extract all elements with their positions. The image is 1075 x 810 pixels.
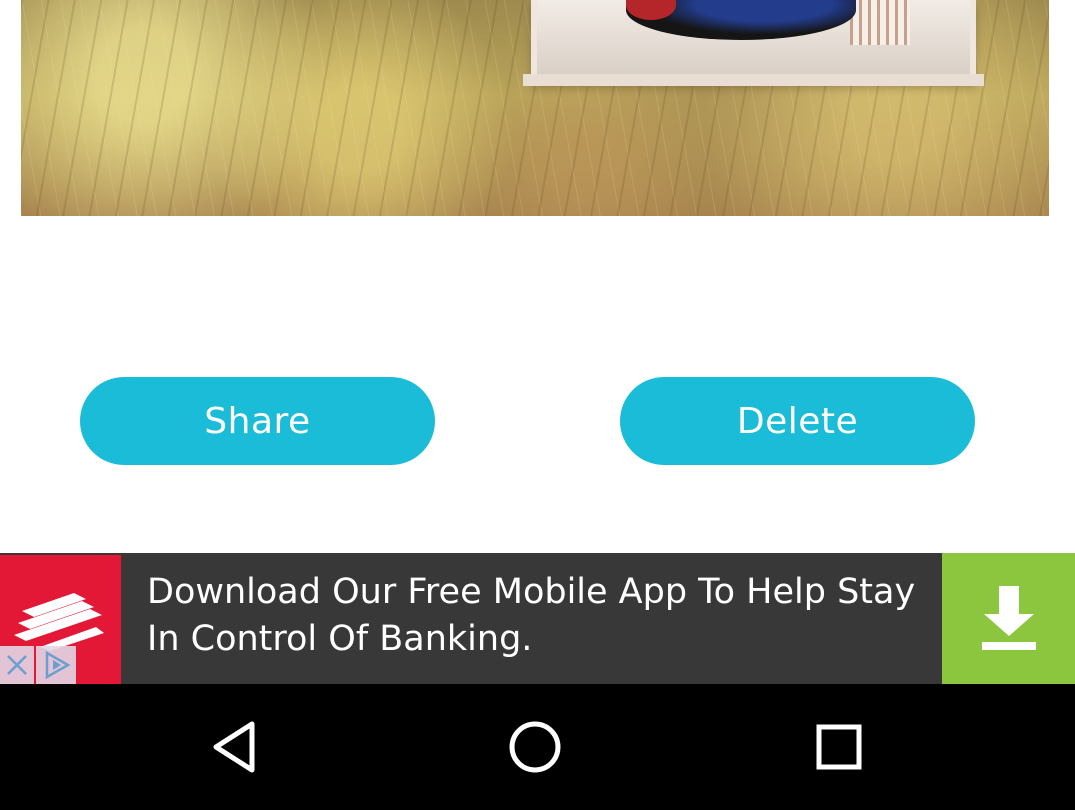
delete-button[interactable]: Delete	[620, 377, 975, 465]
window-blinds	[850, 0, 910, 45]
download-arrow-icon[interactable]	[942, 553, 1075, 684]
back-triangle-icon[interactable]	[190, 712, 280, 782]
system-nav-bar	[0, 684, 1075, 810]
ad-text[interactable]: Download Our Free Mobile App To Help Sta…	[147, 569, 927, 663]
adchoices-icon[interactable]	[36, 646, 76, 684]
home-circle-icon[interactable]	[490, 712, 580, 782]
window-sill	[523, 74, 984, 86]
recents-square-icon[interactable]	[794, 712, 884, 782]
close-icon[interactable]	[0, 646, 34, 684]
ad-banner[interactable]: Download Our Free Mobile App To Help Sta…	[0, 553, 1075, 684]
photo-preview	[21, 0, 1049, 216]
share-button[interactable]: Share	[80, 377, 435, 465]
